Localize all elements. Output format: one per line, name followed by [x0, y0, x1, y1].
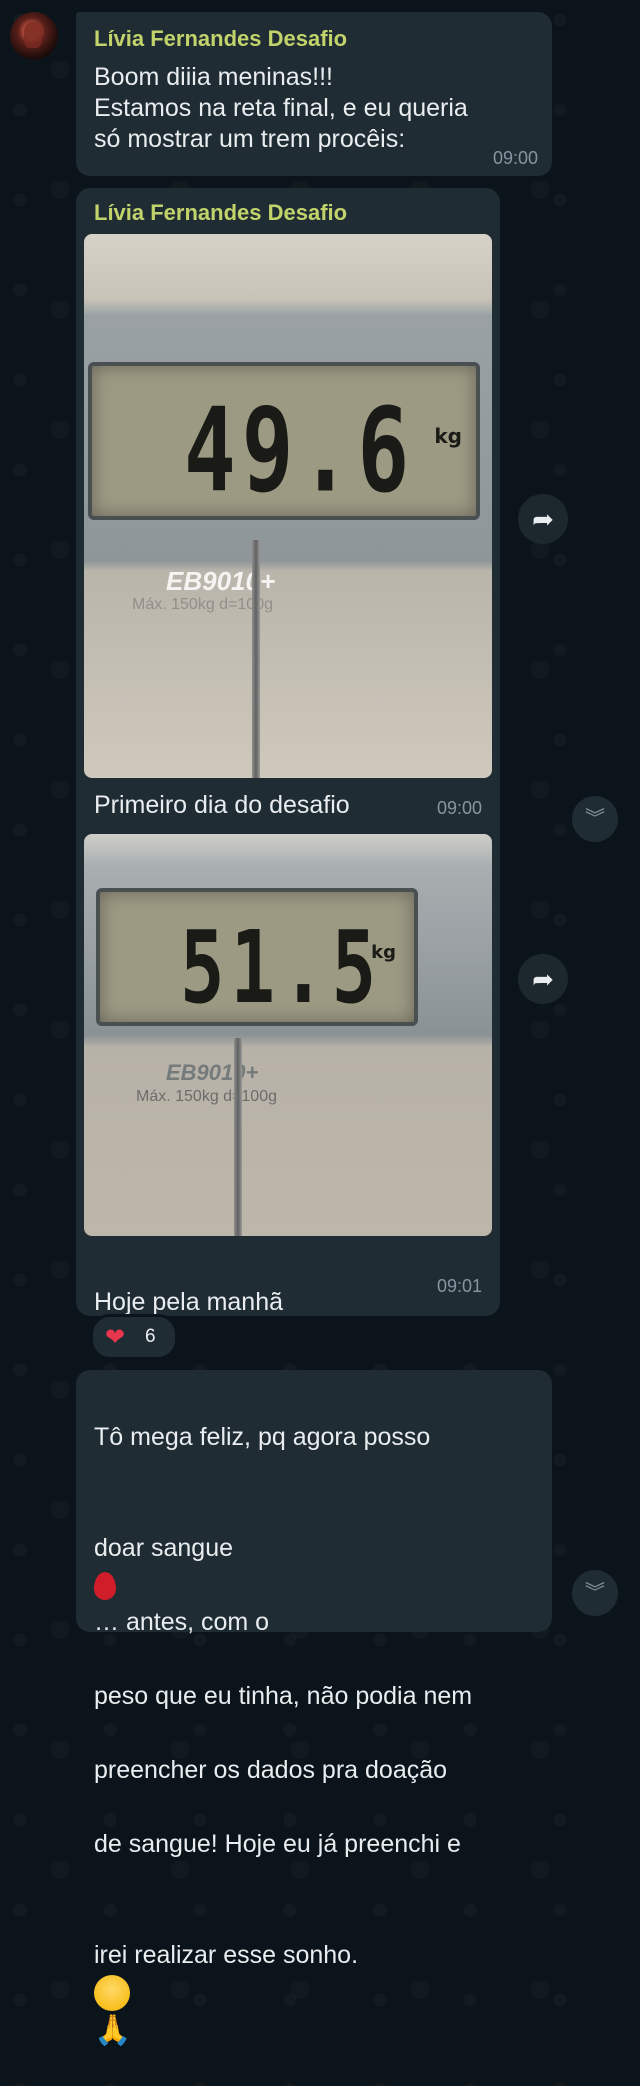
photo-time: 09:00	[436, 798, 482, 818]
scale-seam	[234, 1038, 242, 1236]
text-fragment: … antes, com o	[94, 1608, 270, 1636]
sender-avatar[interactable]	[10, 12, 58, 60]
scale-model: EB9010+	[166, 1060, 259, 1085]
scale-reading: 51.5	[180, 910, 383, 1027]
scale-display: 51.5 kg	[96, 888, 418, 1026]
reaction-badge[interactable]: ❤ 6	[90, 1314, 178, 1360]
message-bubble-2[interactable]: Lívia Fernandes Desafio 49.6 kg EB9010+ …	[76, 188, 500, 1354]
text-line: preencher os dados pra doação	[94, 1756, 448, 1784]
forward-arrow-icon[interactable]: ➦	[518, 494, 568, 544]
message-bubble-1[interactable]: Lívia Fernandes Desafio Boom diiia menin…	[76, 12, 552, 176]
chevron-double-down-icon[interactable]: ︾	[572, 796, 618, 842]
text-line: de sangue! Hoje eu já preenchi e	[94, 1830, 461, 1858]
message-time: 09:00	[492, 148, 538, 168]
photo-scale-today[interactable]: 51.5 kg EB9010+ Máx. 150kg d=100g	[84, 834, 492, 1236]
heart-icon: ❤	[105, 1324, 126, 1351]
text-line: irei realizar esse sonho. 🙏	[94, 1900, 472, 2049]
pleading-face-emoji-icon	[94, 1975, 130, 2012]
text-fragment: doar sangue	[94, 1534, 234, 1562]
message-bubble-3[interactable]: Tô mega feliz, pq agora posso doar sangu…	[76, 1370, 552, 2047]
sender-name[interactable]: Lívia Fernandes Desafio	[94, 200, 347, 226]
forward-arrow-icon[interactable]: ➦	[518, 954, 568, 1004]
photo-scale-first-day[interactable]: 49.6 kg EB9010+ Máx. 150kg d=100g	[84, 234, 492, 778]
caption-text: Hoje pela manhã	[94, 1288, 284, 1316]
sender-name[interactable]: Lívia Fernandes Desafio	[94, 26, 347, 52]
reaction-count: 6	[145, 1326, 156, 1347]
scale-reading: 49.6	[184, 384, 416, 519]
message-text: Tô mega feliz, pq agora posso doar sangu…	[94, 1382, 472, 2086]
scale-seam	[252, 540, 260, 778]
text-line: peso que eu tinha, não podia nem	[94, 1682, 473, 1710]
scale-spec: Máx. 150kg d=100g	[136, 1088, 277, 1105]
text-line: doar sangue … antes, com o	[94, 1493, 472, 1641]
blood-drop-emoji-icon	[94, 1572, 116, 1601]
message-text: Boom diiia meninas!!! Estamos na reta fi…	[94, 63, 468, 153]
photo-time: 09:01	[436, 1276, 482, 1296]
chevron-double-down-icon[interactable]: ︾	[572, 1570, 618, 1616]
scale-unit: kg	[371, 942, 396, 963]
scale-display: 49.6 kg	[88, 362, 480, 520]
text-fragment: irei realizar esse sonho.	[94, 1941, 359, 1969]
scale-unit: kg	[434, 424, 462, 448]
text-line: Tô mega feliz, pq agora posso	[94, 1423, 431, 1451]
photo-caption: Primeiro dia do desafio	[94, 791, 350, 819]
folded-hands-emoji-icon: 🙏	[94, 2013, 132, 2047]
